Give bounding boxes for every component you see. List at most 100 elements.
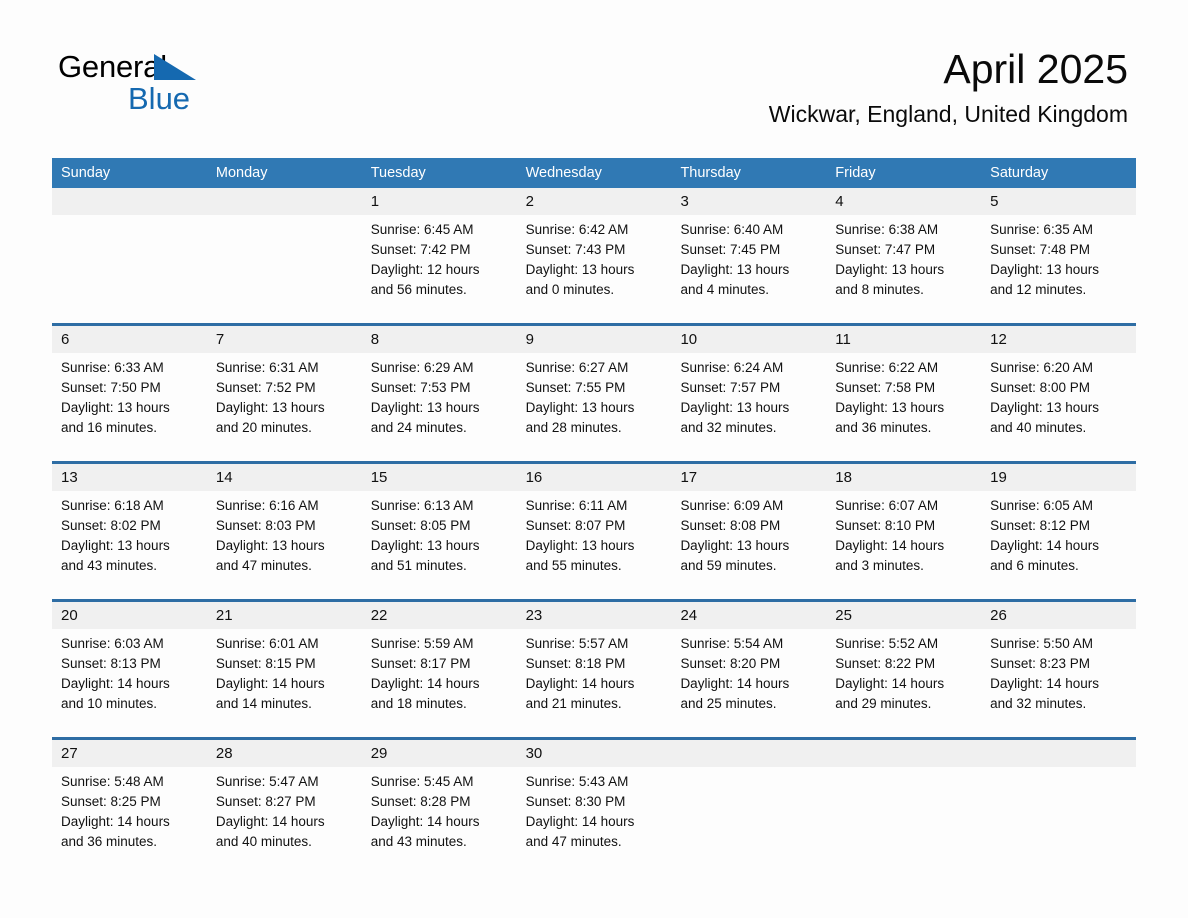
day-cell-22[interactable]: Sunrise: 5:59 AM Sunset: 8:17 PM Daylight:… [362,629,517,729]
day-detail-line: Sunset: 8:15 PM [215,656,316,671]
day-number-3[interactable]: 3 [671,188,826,215]
day-cell-8[interactable]: Sunrise: 6:29 AM Sunset: 7:53 PM Daylight:… [362,353,517,453]
day-number-21[interactable]: 21 [207,602,362,629]
day-cell-7[interactable]: Sunrise: 6:31 AM Sunset: 7:52 PM Daylight:… [207,353,362,453]
day-number-14[interactable]: 14 [207,464,362,491]
day-detail-line: Sunset: 7:45 PM [680,242,781,257]
day-detail-line: Sunset: 7:47 PM [835,242,936,257]
general-blue-logo: General Blue [58,50,318,120]
day-number-20[interactable]: 20 [52,602,207,629]
day-number-6[interactable]: 6 [52,326,207,353]
day-number-16[interactable]: 16 [517,464,672,491]
day-cell-11[interactable]: Sunrise: 6:22 AM Sunset: 7:58 PM Daylight:… [826,353,981,453]
day-detail-line: Daylight: 14 hours [835,676,945,691]
day-number-empty [671,740,826,767]
day-cell-12[interactable]: Sunrise: 6:20 AM Sunset: 8:00 PM Daylight:… [981,353,1136,453]
day-cell-9[interactable]: Sunrise: 6:27 AM Sunset: 7:55 PM Daylight:… [517,353,672,453]
day-cell-1[interactable]: Sunrise: 6:45 AM Sunset: 7:42 PM Daylight:… [362,215,517,315]
day-number-9[interactable]: 9 [517,326,672,353]
day-cell-10[interactable]: Sunrise: 6:24 AM Sunset: 7:57 PM Daylight:… [671,353,826,453]
day-cell-28[interactable]: Sunrise: 5:47 AM Sunset: 8:27 PM Daylight:… [207,767,362,867]
day-number-23[interactable]: 23 [517,602,672,629]
day-detail-line: Sunrise: 6:40 AM [680,222,784,237]
day-cell-empty [981,767,1136,867]
day-detail-line: and 36 minutes. [835,420,932,435]
day-detail-line: Sunrise: 6:20 AM [990,360,1093,375]
day-detail-line: Sunset: 8:07 PM [525,518,626,533]
day-number-15[interactable]: 15 [362,464,517,491]
day-cell-23[interactable]: Sunrise: 5:57 AM Sunset: 8:18 PM Daylight:… [517,629,672,729]
day-detail-line: Sunrise: 6:24 AM [680,360,784,375]
day-cell-empty [826,767,981,867]
day-detail-line: Daylight: 13 hours [525,400,635,415]
day-cell-30[interactable]: Sunrise: 5:43 AM Sunset: 8:30 PM Daylight:… [517,767,672,867]
day-number-2[interactable]: 2 [517,188,672,215]
day-number-10[interactable]: 10 [671,326,826,353]
day-number-22[interactable]: 22 [362,602,517,629]
day-number-25[interactable]: 25 [826,602,981,629]
day-number-5[interactable]: 5 [981,188,1136,215]
day-detail-line: Daylight: 14 hours [215,676,325,691]
day-cell-29[interactable]: Sunrise: 5:45 AM Sunset: 8:28 PM Daylight:… [362,767,517,867]
day-detail-line: and 56 minutes. [370,282,467,297]
day-number-empty [981,740,1136,767]
day-cell-21[interactable]: Sunrise: 6:01 AM Sunset: 8:15 PM Daylight:… [207,629,362,729]
day-cell-25[interactable]: Sunrise: 5:52 AM Sunset: 8:22 PM Daylight:… [826,629,981,729]
day-cell-16[interactable]: Sunrise: 6:11 AM Sunset: 8:07 PM Daylight:… [517,491,672,591]
day-detail-line: Sunrise: 5:45 AM [370,774,474,789]
day-number-13[interactable]: 13 [52,464,207,491]
day-detail-line: Sunset: 8:05 PM [370,518,471,533]
day-number-7[interactable]: 7 [207,326,362,353]
day-number-27[interactable]: 27 [52,740,207,767]
day-number-29[interactable]: 29 [362,740,517,767]
day-detail-line: and 55 minutes. [525,558,622,573]
day-cell-17[interactable]: Sunrise: 6:09 AM Sunset: 8:08 PM Daylight:… [671,491,826,591]
calendar-week-row: 20 21 22 23 24 25 26 Sunrise: 6:03 AM Sunset: 8:… [52,599,1136,729]
day-cell-27[interactable]: Sunrise: 5:48 AM Sunset: 8:25 PM Daylight:… [52,767,207,867]
day-detail-line: and 32 minutes. [990,696,1087,711]
day-cell-3[interactable]: Sunrise: 6:40 AM Sunset: 7:45 PM Daylight:… [671,215,826,315]
day-cell-26[interactable]: Sunrise: 5:50 AM Sunset: 8:23 PM Daylight:… [981,629,1136,729]
day-number-19[interactable]: 19 [981,464,1136,491]
day-number-17[interactable]: 17 [671,464,826,491]
page-subtitle-location: Wickwar, England, United Kingdom [768,101,1128,127]
day-detail-line: and 59 minutes. [680,558,777,573]
day-detail-line: Sunrise: 6:11 AM [525,498,628,513]
day-detail-line: Daylight: 14 hours [61,676,170,691]
day-number-8[interactable]: 8 [362,326,517,353]
day-number-24[interactable]: 24 [671,602,826,629]
weekday-header-saturday: Saturday [990,165,1049,181]
day-cell-6[interactable]: Sunrise: 6:33 AM Sunset: 7:50 PM Daylight:… [52,353,207,453]
day-number-1[interactable]: 1 [362,188,517,215]
day-cell-13[interactable]: Sunrise: 6:18 AM Sunset: 8:02 PM Daylight:… [52,491,207,591]
day-cell-19[interactable]: Sunrise: 6:05 AM Sunset: 8:12 PM Daylight:… [981,491,1136,591]
day-number-30[interactable]: 30 [517,740,672,767]
day-cell-15[interactable]: Sunrise: 6:13 AM Sunset: 8:05 PM Daylight:… [362,491,517,591]
day-cell-14[interactable]: Sunrise: 6:16 AM Sunset: 8:03 PM Daylight:… [207,491,362,591]
day-number-18[interactable]: 18 [826,464,981,491]
day-detail-line: Daylight: 14 hours [215,814,325,829]
day-detail-line: Daylight: 14 hours [835,538,945,553]
day-cell-20[interactable]: Sunrise: 6:03 AM Sunset: 8:13 PM Daylight:… [52,629,207,729]
day-number-12[interactable]: 12 [981,326,1136,353]
day-number-11[interactable]: 11 [826,326,981,353]
day-detail-line: Sunset: 8:12 PM [990,518,1090,533]
day-detail-line: Daylight: 13 hours [215,400,325,415]
day-detail-line: Sunrise: 6:31 AM [215,360,319,375]
day-number-4[interactable]: 4 [826,188,981,215]
day-detail-line: Sunset: 8:03 PM [215,518,316,533]
day-cell-24[interactable]: Sunrise: 5:54 AM Sunset: 8:20 PM Daylight:… [671,629,826,729]
logo-top-row: General [58,50,318,84]
day-cell-5[interactable]: Sunrise: 6:35 AM Sunset: 7:48 PM Daylight:… [981,215,1136,315]
day-detail-line: Daylight: 14 hours [61,814,170,829]
day-cell-18[interactable]: Sunrise: 6:07 AM Sunset: 8:10 PM Daylight:… [826,491,981,591]
day-cell-2[interactable]: Sunrise: 6:42 AM Sunset: 7:43 PM Daylight:… [517,215,672,315]
day-detail-line: Sunrise: 6:03 AM [61,636,164,651]
day-detail-line: Sunrise: 6:45 AM [370,222,474,237]
day-detail-line: Sunset: 7:55 PM [525,380,626,395]
day-number-26[interactable]: 26 [981,602,1136,629]
day-detail-line: Daylight: 13 hours [61,538,170,553]
day-cell-4[interactable]: Sunrise: 6:38 AM Sunset: 7:47 PM Daylight:… [826,215,981,315]
day-detail-line: Sunrise: 6:13 AM [370,498,474,513]
day-number-28[interactable]: 28 [207,740,362,767]
